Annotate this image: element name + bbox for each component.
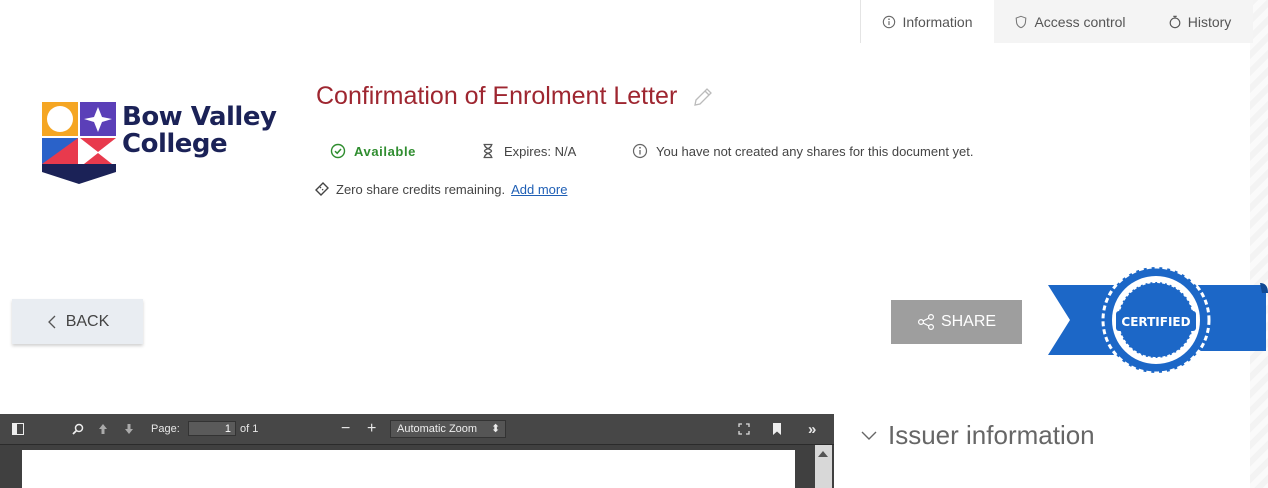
page-number-input[interactable]: 1 — [188, 421, 236, 436]
share-button-label: SHARE — [940, 313, 997, 330]
arrow-down-icon — [125, 424, 133, 434]
expires-label: Expires: N/A — [504, 143, 577, 159]
pdf-scrollbar[interactable] — [815, 445, 832, 488]
share-credits: Zero share credits remaining. Add more — [314, 181, 567, 197]
pdf-toolbar: Page: 1 of 1 − + Automatic Zoom ⬍ » — [0, 414, 834, 445]
ticket-icon — [315, 182, 329, 196]
background-pattern — [1250, 0, 1268, 488]
pdf-search-button[interactable] — [72, 414, 84, 444]
tab-bar: Information Access control History — [860, 0, 1253, 43]
issuer-information-toggle[interactable]: Issuer information — [860, 420, 1095, 451]
status-shares: You have not created any shares for this… — [632, 143, 974, 159]
sidebar-toggle-icon — [12, 423, 24, 435]
back-button-label: BACK — [65, 312, 110, 330]
status-available: Available — [330, 143, 480, 159]
zoom-out-button[interactable]: − — [341, 414, 350, 444]
tab-information[interactable]: Information — [860, 0, 994, 43]
pdf-viewer: Page: 1 of 1 − + Automatic Zoom ⬍ » — [0, 414, 834, 488]
shares-note: You have not created any shares for this… — [656, 143, 974, 159]
status-expires: Expires: N/A — [480, 143, 632, 159]
document-status-row: Available Expires: N/A You have not crea… — [330, 140, 974, 162]
certified-badge: CERTIFIED — [1048, 265, 1268, 375]
pdf-page — [22, 450, 795, 488]
zoom-select[interactable]: Automatic Zoom ⬍ — [390, 420, 506, 438]
certified-text: CERTIFIED — [1121, 315, 1190, 329]
sidebar-toggle-button[interactable] — [12, 414, 24, 444]
zoom-value: Automatic Zoom — [397, 423, 478, 435]
bookmark-button[interactable] — [772, 414, 782, 444]
info-icon — [883, 15, 896, 28]
previous-page-button[interactable] — [98, 414, 108, 444]
document-title: Confirmation of Enrolment Letter — [316, 82, 678, 110]
page-total: of 1 — [240, 423, 259, 435]
share-button[interactable]: SHARE — [891, 300, 1022, 344]
minus-icon: − — [341, 420, 351, 437]
tab-label: Access control — [1034, 13, 1126, 30]
info-icon — [632, 143, 648, 159]
chevron-left-icon — [47, 315, 56, 328]
presentation-mode-button[interactable] — [738, 414, 750, 444]
back-button[interactable]: BACK — [12, 299, 143, 344]
select-arrows-icon: ⬍ — [491, 423, 501, 435]
fullscreen-icon — [738, 423, 750, 435]
share-icon — [917, 314, 934, 330]
bookmark-icon — [773, 423, 781, 435]
tab-label: History — [1187, 13, 1232, 30]
logo-text-line2: College — [122, 129, 228, 159]
plus-icon: + — [367, 420, 377, 437]
tab-history[interactable]: History — [1146, 0, 1253, 43]
pencil-icon[interactable] — [691, 85, 715, 109]
double-chevron-right-icon: » — [808, 420, 817, 438]
hourglass-icon — [483, 143, 493, 159]
tab-label: Information — [902, 13, 973, 30]
college-logo: Bow Valley College — [40, 100, 290, 190]
credits-text: Zero share credits remaining. — [336, 181, 506, 197]
add-more-link[interactable]: Add more — [511, 182, 567, 197]
issuer-information-heading: Issuer information — [888, 420, 1095, 450]
shield-icon — [1016, 15, 1027, 28]
logo-shield-icon — [42, 102, 116, 184]
tab-access-control[interactable]: Access control — [994, 0, 1146, 43]
check-circle-icon — [330, 143, 346, 159]
search-icon — [72, 423, 84, 435]
status-label: Available — [354, 143, 417, 159]
tools-button[interactable]: » — [808, 414, 816, 444]
stopwatch-icon — [1169, 15, 1181, 28]
logo-text-line1: Bow Valley — [122, 102, 277, 132]
chevron-down-icon — [861, 431, 877, 440]
scroll-up-icon[interactable] — [818, 451, 828, 457]
arrow-up-icon — [99, 424, 107, 434]
document-title-row: Confirmation of Enrolment Letter — [316, 82, 715, 111]
next-page-button[interactable] — [124, 414, 134, 444]
zoom-in-button[interactable]: + — [367, 414, 376, 444]
page-label: Page: — [151, 423, 180, 435]
